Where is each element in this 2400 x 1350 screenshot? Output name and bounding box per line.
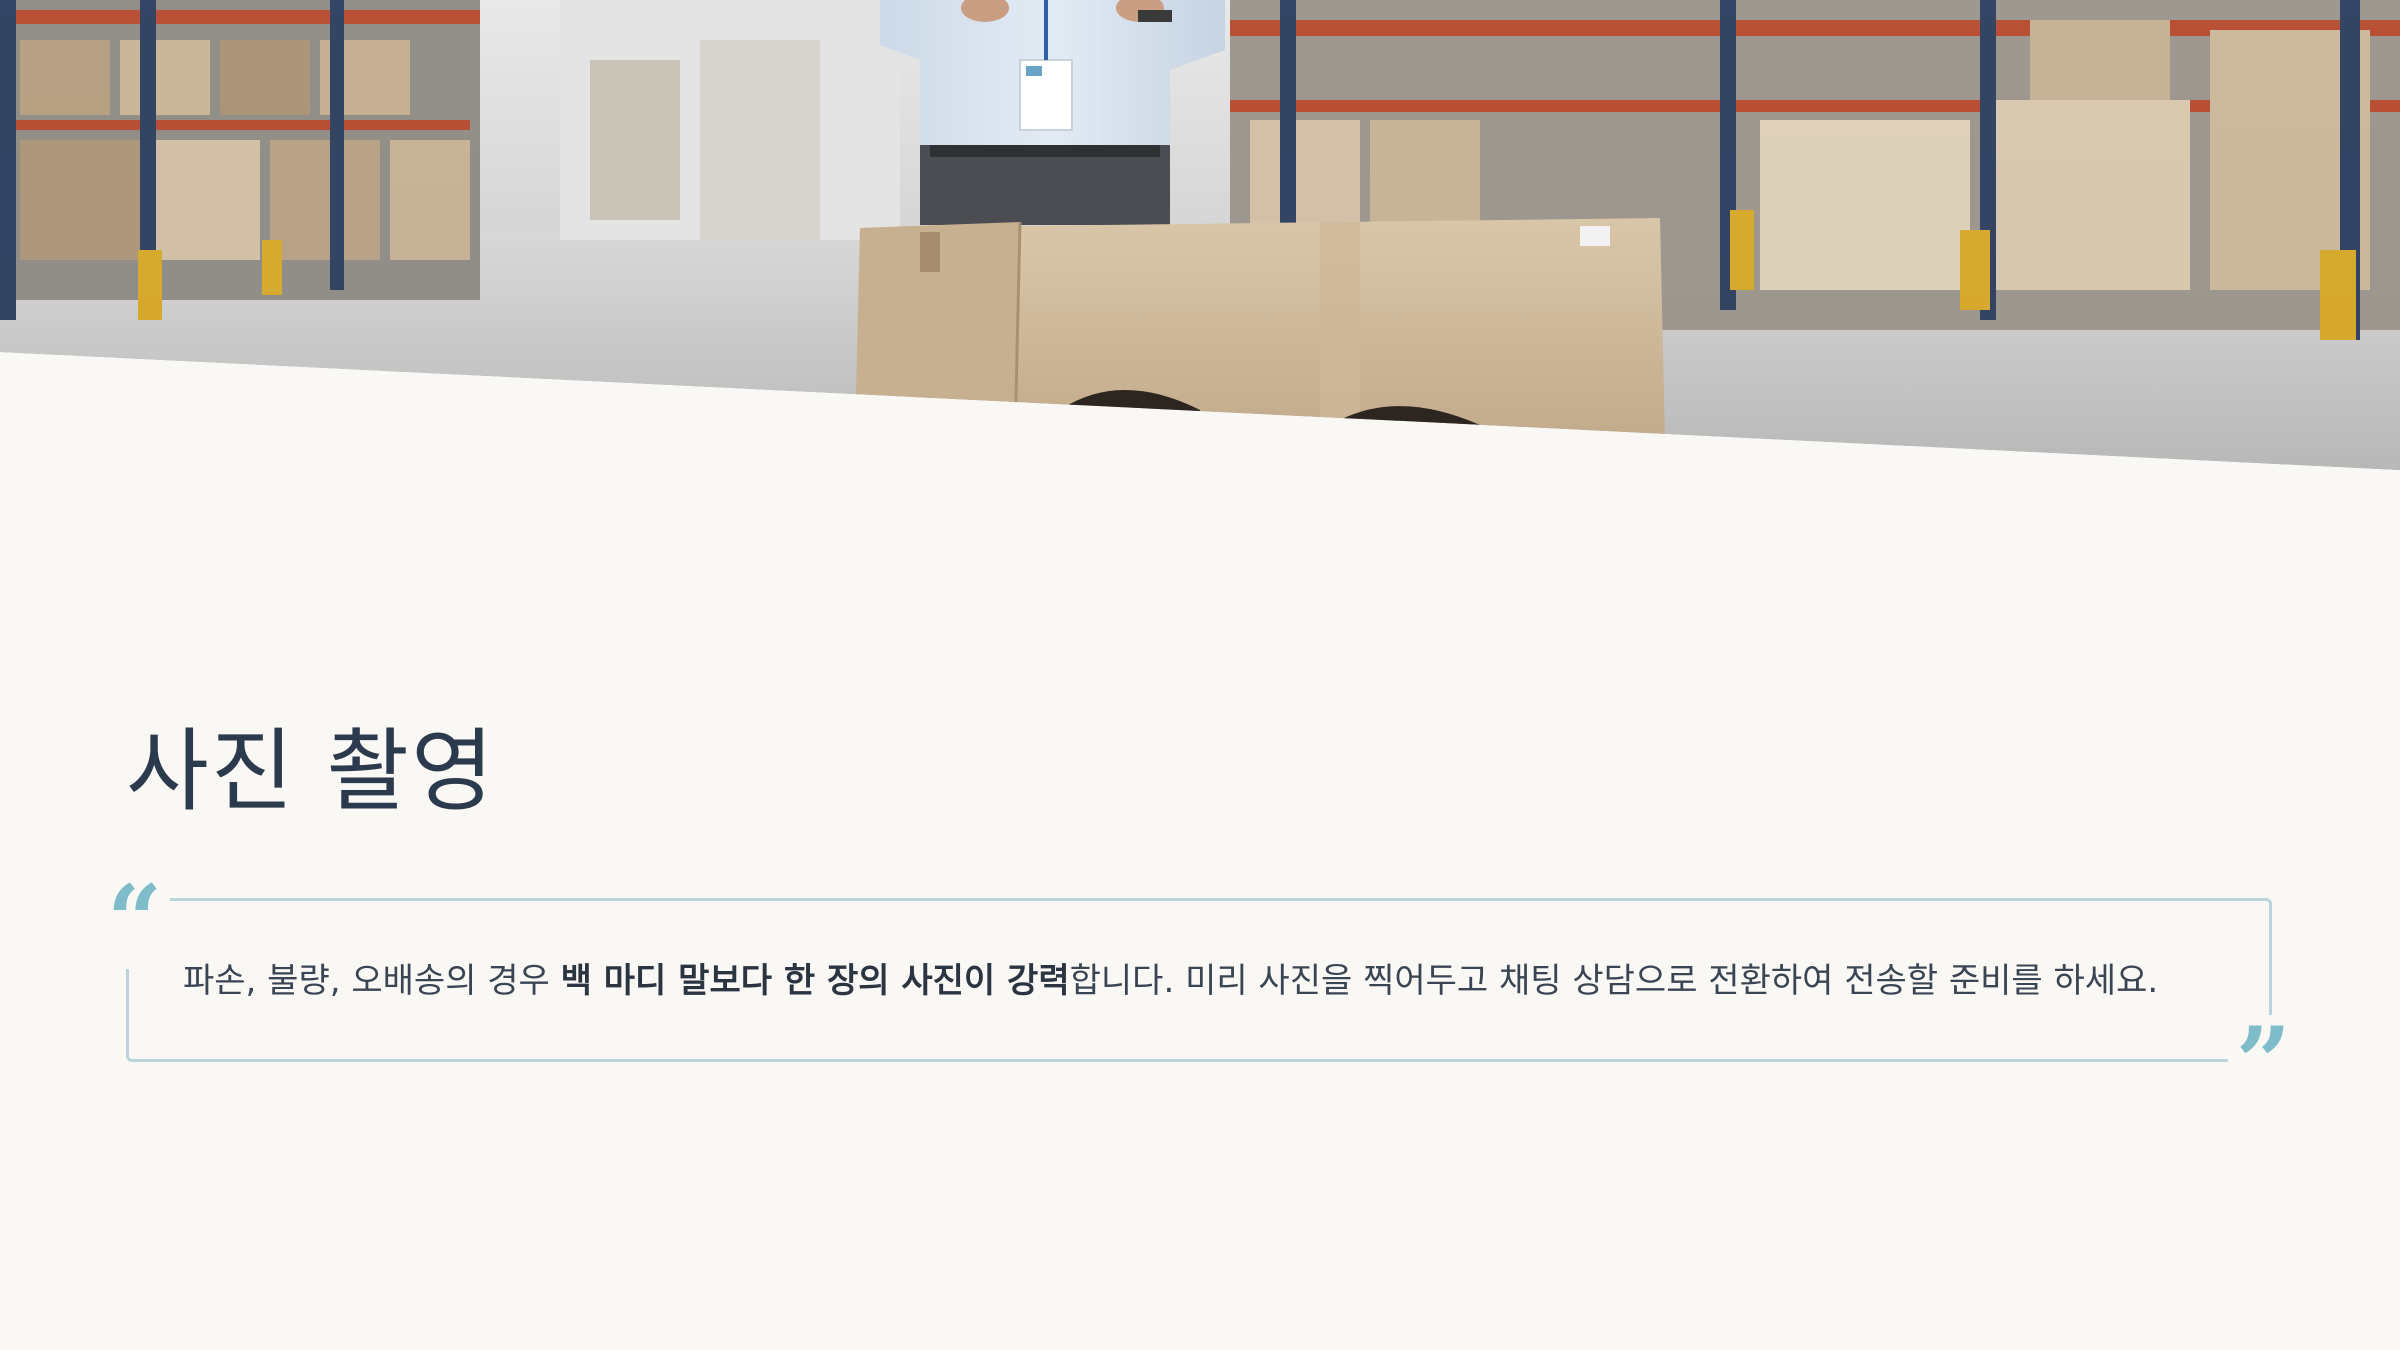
quote-text: 파손, 불량, 오배송의 경우 백 마디 말보다 한 장의 사진이 강력합니다.… xyxy=(183,959,2243,1003)
quote-box: “ 파손, 불량, 오배송의 경우 백 마디 말보다 한 장의 사진이 강력합니… xyxy=(99,873,2299,1111)
quote-text-bold: 백 마디 말보다 한 장의 사진이 강력 xyxy=(560,961,1070,1001)
open-quote-icon: “ xyxy=(99,873,171,969)
close-quote-icon: ” xyxy=(2227,1015,2299,1111)
warehouse-photo-icon xyxy=(0,0,2400,470)
hero-photo xyxy=(0,0,2400,470)
quote-text-after: 합니다. 미리 사진을 찍어두고 채팅 상담으로 전환하여 전송할 준비를 하세… xyxy=(1069,961,2159,1001)
quote-text-before: 파손, 불량, 오배송의 경우 xyxy=(183,961,561,1001)
slide: 사진 촬영 “ 파손, 불량, 오배송의 경우 백 마디 말보다 한 장의 사진… xyxy=(0,0,2400,1350)
page-title: 사진 촬영 xyxy=(126,719,496,824)
